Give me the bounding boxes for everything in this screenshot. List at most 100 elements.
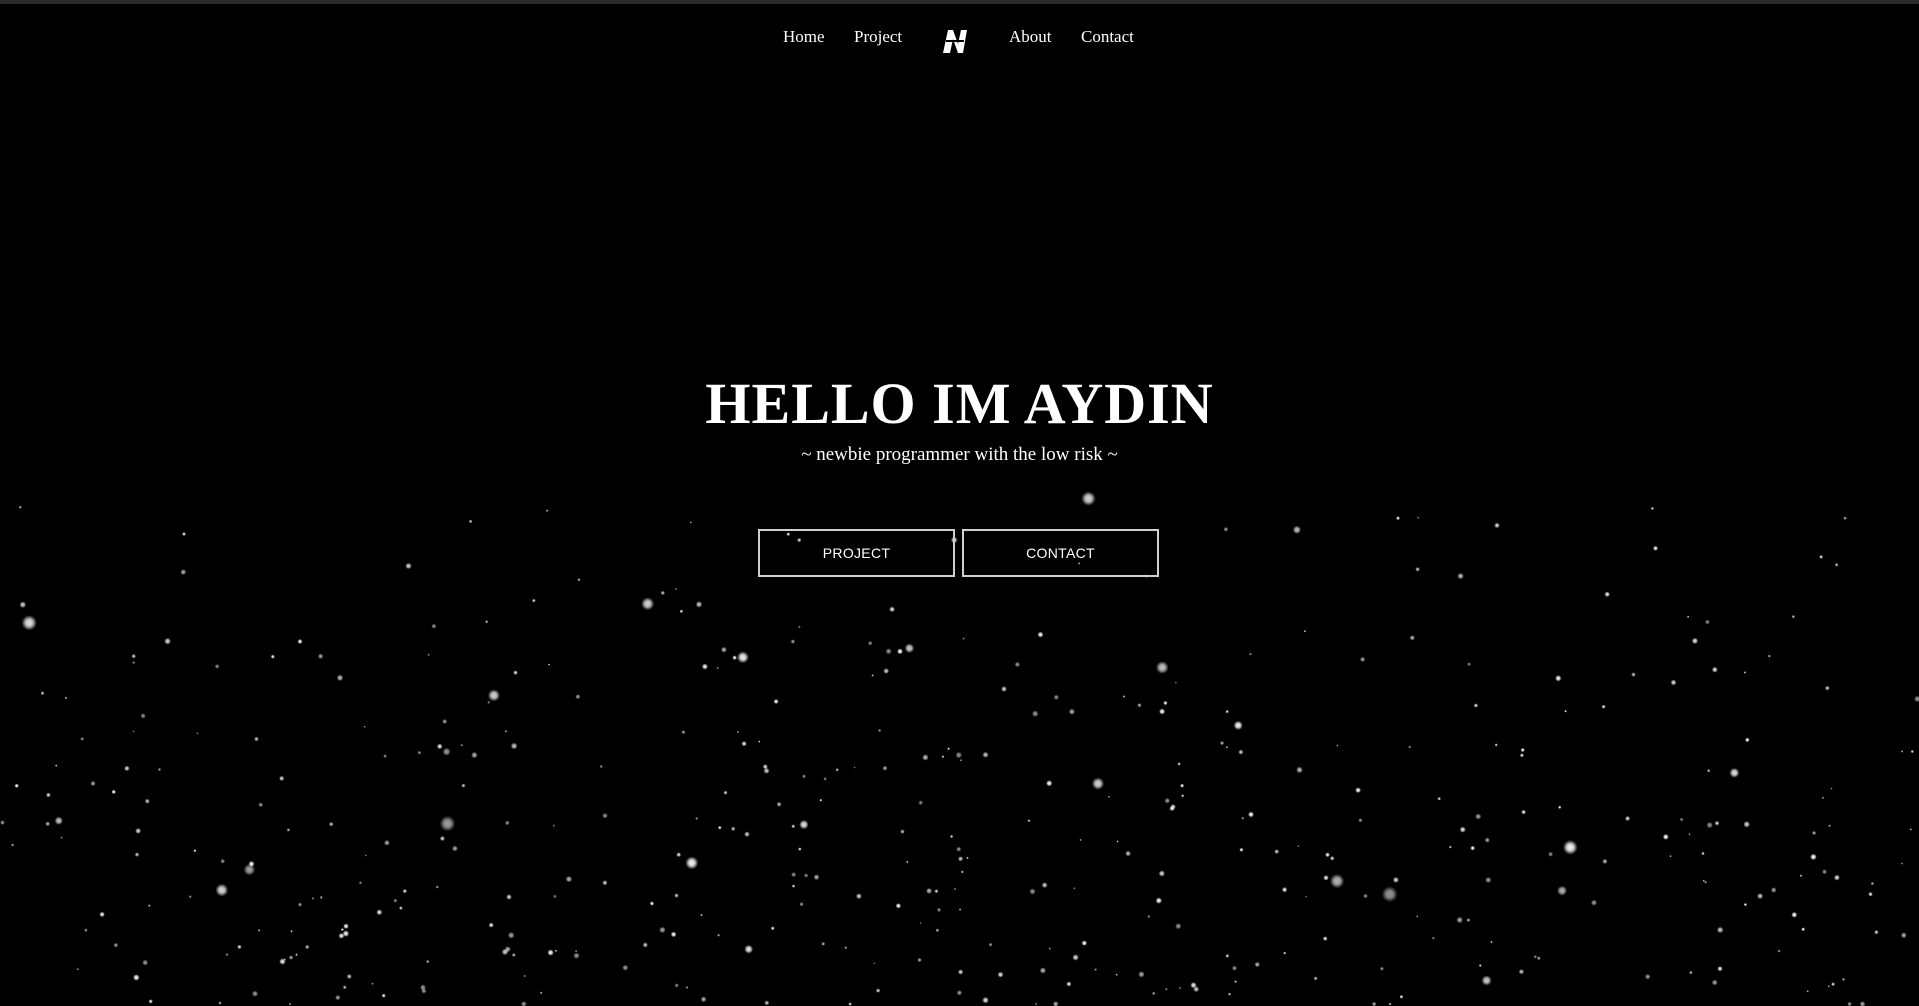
star-particle [1031, 710, 1039, 718]
star-particle [957, 856, 964, 862]
star-particle [1828, 824, 1832, 828]
star-particle [934, 889, 939, 894]
star-particle [1107, 795, 1111, 798]
star-particle [681, 730, 686, 735]
star-particle [1830, 787, 1833, 790]
star-particle [289, 1002, 292, 1006]
star-particle [1874, 929, 1879, 935]
project-button[interactable]: PROJECT [758, 529, 955, 577]
star-particle [1248, 811, 1254, 818]
star-particle [565, 875, 573, 883]
star-particle [248, 860, 255, 867]
star-particle [180, 569, 187, 576]
star-particle [552, 824, 556, 827]
star-particle [1717, 965, 1723, 972]
nav-link-home[interactable]: Home [783, 27, 825, 47]
star-particle [523, 974, 526, 978]
star-particle [1810, 853, 1817, 861]
star-particle [1900, 862, 1904, 865]
star-particle [196, 732, 199, 735]
star-particle [1533, 955, 1538, 959]
star-particle [1834, 562, 1839, 567]
star-particle [1190, 982, 1197, 989]
star-particle [982, 751, 989, 758]
star-particle [1841, 977, 1846, 982]
star-particle [575, 950, 578, 953]
star-particle [147, 904, 151, 908]
star-particle [1091, 777, 1105, 790]
star-particle [1688, 833, 1691, 836]
star-particle [471, 751, 478, 759]
star-particle [1014, 661, 1021, 668]
star-particle [1521, 809, 1527, 815]
star-particle [1702, 879, 1705, 882]
star-particle [875, 988, 881, 993]
star-particle [358, 881, 362, 885]
star-particle [225, 953, 229, 957]
star-particle [1777, 949, 1781, 953]
star-particle [501, 948, 509, 956]
star-particle [1079, 838, 1082, 842]
star-particle [1193, 986, 1200, 993]
star-particle [1714, 820, 1720, 826]
star-particle [1371, 1001, 1377, 1006]
star-particle [311, 897, 315, 900]
star-particle [1254, 961, 1261, 968]
star-particle [1625, 815, 1631, 822]
star-particle [1323, 875, 1329, 881]
star-particle [1336, 744, 1339, 747]
star-particle [371, 982, 374, 985]
star-particle [1379, 966, 1384, 971]
star-particle [336, 674, 344, 682]
star-particle [1395, 516, 1401, 521]
star-particle [140, 713, 146, 719]
star-particle [132, 974, 140, 981]
star-particle [602, 812, 608, 819]
star-particle [1470, 845, 1476, 851]
star-particle [701, 663, 708, 670]
star-particle [1041, 882, 1048, 889]
nav-link-about[interactable]: About [1009, 27, 1052, 47]
star-particle [304, 944, 310, 950]
star-particle [1650, 506, 1655, 511]
star-particle [506, 894, 512, 900]
star-particle [363, 725, 366, 728]
star-particle [405, 562, 412, 570]
star-particle [1520, 747, 1525, 753]
star-particle [1744, 737, 1750, 743]
star-particle [40, 691, 45, 696]
star-particle [776, 801, 782, 807]
star-particle [1116, 840, 1119, 843]
star-particle [871, 674, 874, 677]
star-particle [1819, 554, 1824, 559]
star-particle [1691, 637, 1699, 645]
star-particle [1909, 828, 1913, 831]
star-particle [1037, 631, 1044, 638]
star-particle [132, 730, 135, 733]
star-particle [674, 893, 679, 898]
star-particle [297, 638, 303, 645]
star-particle [1437, 796, 1441, 801]
star-particle [188, 895, 192, 899]
contact-button[interactable]: CONTACT [962, 529, 1159, 577]
star-particle [1234, 980, 1238, 984]
stylized-n-logo-icon[interactable] [940, 26, 970, 56]
star-particle [1227, 992, 1232, 996]
star-particle [982, 996, 989, 1004]
nav-link-contact[interactable]: Contact [1081, 27, 1134, 47]
star-particle [802, 774, 806, 779]
star-particle [1249, 652, 1252, 656]
star-particle [1164, 987, 1168, 991]
star-particle [947, 747, 950, 751]
star-particle [953, 887, 957, 891]
star-particle [956, 846, 962, 852]
star-particle [885, 648, 892, 655]
star-particle [343, 923, 349, 930]
star-particle [700, 913, 703, 917]
star-particle [553, 894, 557, 899]
star-particle [1564, 709, 1567, 713]
star-particle [451, 845, 458, 852]
nav-link-project[interactable]: Project [854, 27, 902, 47]
star-particle [439, 815, 456, 832]
star-particle [460, 743, 464, 747]
